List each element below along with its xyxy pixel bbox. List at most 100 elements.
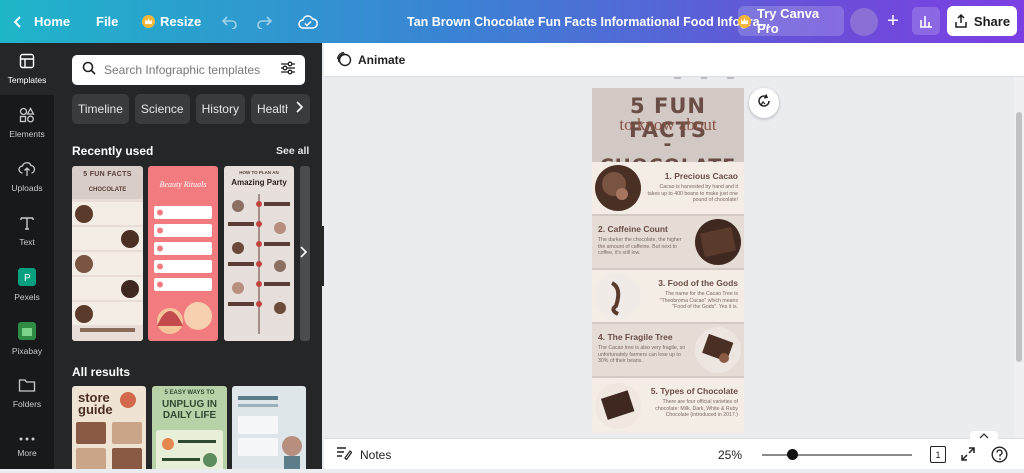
page-count-button[interactable]: 1 bbox=[930, 446, 946, 463]
rail-item-folders[interactable]: Folders bbox=[0, 367, 54, 419]
canvas-scrollbar[interactable] bbox=[1014, 77, 1024, 438]
text-icon bbox=[19, 215, 35, 237]
rail-item-uploads[interactable]: Uploads bbox=[0, 151, 54, 203]
pages-expand-handle[interactable] bbox=[970, 431, 998, 441]
resize-button[interactable]: Resize bbox=[142, 0, 201, 43]
redo-button[interactable] bbox=[256, 0, 272, 43]
fact-body[interactable]: The darker the chocolate, the higher the… bbox=[598, 237, 688, 257]
notes-label: Notes bbox=[360, 447, 392, 462]
chevron-up-icon bbox=[979, 431, 989, 441]
share-icon bbox=[954, 14, 968, 28]
all-results-heading: All results bbox=[72, 365, 131, 379]
rail-item-label: Folders bbox=[12, 399, 42, 409]
fact-body[interactable]: The name for the Cacao Tree is "Theobrom… bbox=[646, 291, 738, 311]
chevron-right-icon bbox=[299, 245, 308, 263]
side-rail: Templates Elements Uploads Text P Pexels… bbox=[0, 43, 54, 469]
templates-panel: Timeline Science History Health Recently… bbox=[54, 43, 322, 469]
rail-item-elements[interactable]: Elements bbox=[0, 97, 54, 149]
zoom-level[interactable]: 25% bbox=[718, 439, 742, 470]
chip-science[interactable]: Science bbox=[134, 94, 190, 124]
home-button[interactable]: Home bbox=[12, 0, 70, 43]
see-all-link[interactable]: See all bbox=[276, 145, 309, 157]
upload-icon bbox=[18, 161, 36, 183]
design-canvas: 5 FUN FACTS to know about - CHOCOLATE - … bbox=[324, 77, 1014, 438]
animate-icon bbox=[336, 51, 352, 70]
rail-item-templates[interactable]: Templates bbox=[0, 43, 54, 95]
pixabay-icon bbox=[18, 322, 36, 346]
infographic-art bbox=[592, 162, 744, 433]
fullscreen-button[interactable] bbox=[960, 446, 976, 467]
thumbnail-title: 5 FUN FACTS bbox=[83, 171, 132, 178]
expand-icon bbox=[960, 447, 976, 466]
beauty-thumbnail-art bbox=[154, 206, 212, 334]
template-thumbnail[interactable]: 5 EASY WAYS TO UNPLUG IN DAILY LIFE bbox=[152, 386, 227, 469]
fact-title[interactable]: 1. Precious Cacao bbox=[650, 171, 738, 181]
thumbnail-title: store guide bbox=[78, 390, 113, 417]
chips-next-button[interactable] bbox=[288, 94, 310, 124]
chevron-left-icon bbox=[12, 15, 24, 28]
insights-button[interactable] bbox=[912, 7, 940, 35]
crown-icon bbox=[738, 14, 751, 28]
fact-title[interactable]: 2. Caffeine Count bbox=[598, 224, 688, 234]
more-icon bbox=[19, 436, 35, 448]
fact-body[interactable]: There are four official varieties of cho… bbox=[644, 399, 738, 419]
search-input[interactable] bbox=[104, 63, 274, 77]
zoom-slider-knob[interactable] bbox=[787, 449, 798, 460]
cloud-save-button[interactable] bbox=[298, 0, 318, 43]
rail-item-pixabay[interactable]: Pixabay bbox=[0, 313, 54, 365]
filter-icon[interactable] bbox=[280, 61, 296, 80]
rail-item-label: Elements bbox=[9, 129, 45, 139]
page-count: 1 bbox=[935, 449, 941, 460]
avatar[interactable] bbox=[850, 8, 878, 36]
thumbnail-title: Amazing Party bbox=[231, 178, 287, 187]
fact-title[interactable]: 5. Types of Chocolate bbox=[642, 386, 738, 396]
rail-item-text[interactable]: Text bbox=[0, 205, 54, 257]
file-menu[interactable]: File bbox=[96, 0, 118, 43]
help-icon bbox=[991, 446, 1008, 467]
scrollbar-thumb[interactable] bbox=[1016, 112, 1022, 362]
add-collaborator-button[interactable]: + bbox=[880, 8, 906, 34]
rail-item-more[interactable]: More bbox=[0, 421, 54, 473]
home-label: Home bbox=[34, 14, 71, 29]
refresh-icon bbox=[756, 93, 772, 114]
category-chips: Timeline Science History Health bbox=[72, 94, 298, 124]
fact-body[interactable]: Cacao is harvested by hand and it takes … bbox=[646, 184, 738, 204]
document-title[interactable]: Tan Brown Chocolate Fun Facts Informatio… bbox=[407, 0, 770, 43]
try-pro-label: Try Canva Pro bbox=[757, 6, 820, 36]
share-button[interactable]: Share bbox=[947, 6, 1017, 36]
animate-label: Animate bbox=[358, 53, 406, 67]
thumbnail-title: UNPLUG IN DAILY LIFE bbox=[162, 399, 217, 421]
chip-history[interactable]: History bbox=[195, 94, 245, 124]
template-thumbnail[interactable]: HOW TO PLAN AN Amazing Party bbox=[224, 166, 294, 341]
regenerate-button[interactable] bbox=[749, 88, 779, 118]
template-thumbnail[interactable]: store guide bbox=[72, 386, 146, 469]
plus-icon: + bbox=[887, 9, 899, 32]
animate-button[interactable]: Animate bbox=[336, 43, 405, 77]
elements-icon bbox=[19, 107, 35, 129]
redo-icon bbox=[256, 15, 272, 29]
fact-body[interactable]: The Cacao tree is also very fragile, so … bbox=[598, 345, 690, 365]
notes-button[interactable]: Notes bbox=[336, 439, 391, 470]
rail-item-label: Text bbox=[19, 237, 35, 247]
try-canva-pro-button[interactable]: Try Canva Pro bbox=[738, 6, 844, 36]
tips-thumbnail-art bbox=[238, 396, 302, 469]
search-box[interactable] bbox=[72, 55, 305, 85]
undo-button[interactable] bbox=[222, 0, 238, 43]
template-thumbnail[interactable]: 5 FUN FACTS CHOCOLATE bbox=[72, 166, 143, 341]
rail-item-label: Uploads bbox=[11, 183, 43, 193]
fact-title[interactable]: 3. Food of the Gods bbox=[646, 278, 738, 288]
svg-text:P: P bbox=[24, 273, 31, 284]
templates-icon bbox=[19, 53, 35, 75]
rail-item-pexels[interactable]: P Pexels bbox=[0, 259, 54, 311]
notes-icon bbox=[336, 446, 353, 463]
fact-title[interactable]: 4. The Fragile Tree bbox=[598, 332, 688, 342]
zoom-slider[interactable] bbox=[762, 449, 912, 460]
recently-used-heading: Recently used bbox=[72, 144, 154, 158]
template-thumbnail[interactable]: Beauty Rituals bbox=[148, 166, 218, 341]
share-label: Share bbox=[973, 13, 1011, 29]
recent-next-button[interactable] bbox=[294, 243, 312, 265]
template-thumbnail[interactable] bbox=[232, 386, 306, 469]
chip-timeline[interactable]: Timeline bbox=[72, 94, 129, 124]
infographic-page[interactable]: 5 FUN FACTS to know about - CHOCOLATE - … bbox=[592, 88, 744, 433]
help-button[interactable] bbox=[991, 446, 1008, 468]
